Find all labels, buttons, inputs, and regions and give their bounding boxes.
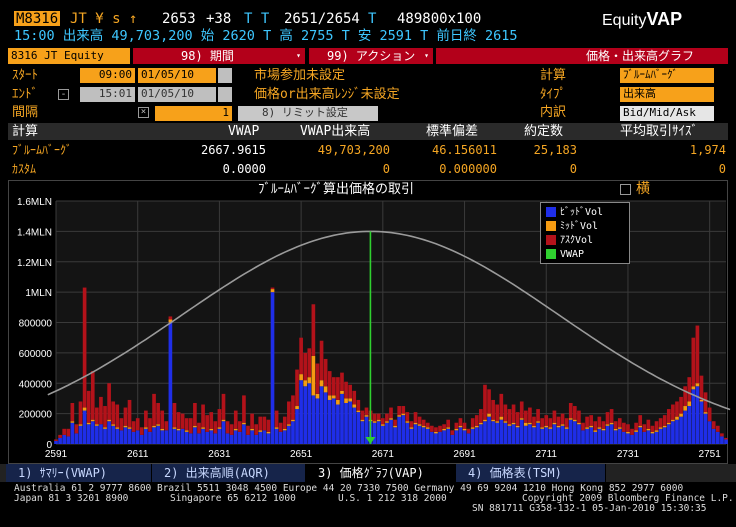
end-label: ｴﾝﾄﾞ bbox=[12, 87, 38, 102]
app-title: EquityVAP bbox=[602, 10, 682, 29]
horizontal-toggle-checkbox[interactable] bbox=[620, 184, 631, 195]
row-custom-vwap: 0.0000 bbox=[222, 162, 266, 176]
col-header-trades: 約定数 bbox=[524, 124, 564, 139]
legend-label-vwap: VWAP bbox=[560, 249, 585, 260]
breakdown-field[interactable]: Bid/Mid/Ask bbox=[620, 106, 714, 121]
interval-checkbox[interactable]: × bbox=[138, 107, 149, 118]
tab-price-table-tsm[interactable]: 4) 価格表(TSM) bbox=[456, 464, 606, 482]
start-label: ｽﾀｰﾄ bbox=[12, 68, 38, 83]
bid-ask-prefix: T T bbox=[244, 11, 270, 27]
horizontal-toggle-label[interactable]: 横 bbox=[636, 182, 650, 196]
row-bloomberg-stddev: 46.156011 bbox=[431, 143, 497, 157]
start-time-field[interactable]: 09:00 bbox=[80, 68, 135, 83]
calc-label: 計算 bbox=[540, 68, 567, 83]
row-bloomberg-volume: 49,703,200 bbox=[317, 143, 390, 157]
price-change: +38 bbox=[206, 11, 232, 27]
end-date-field[interactable]: 01/05/10 bbox=[138, 87, 216, 102]
end-toggle-checkbox[interactable]: - bbox=[58, 89, 69, 100]
row-bloomberg-avgsize: 1,974 bbox=[689, 143, 726, 157]
col-header-vwap: VWAP bbox=[228, 124, 260, 139]
start-extra bbox=[218, 68, 232, 83]
legend-label-bid: ﾋﾞｯﾄﾞVol bbox=[560, 207, 604, 218]
period-menu-label: 98) 期間 bbox=[181, 49, 234, 63]
footer-singapore: Singapore 65 6212 1000 bbox=[170, 493, 296, 504]
action-menu-label: 99) アクション bbox=[327, 49, 416, 63]
legend-item-mid: ﾐｯﾄﾞVol bbox=[546, 221, 598, 233]
tab-summary-vwap[interactable]: 1) ｻﾏﾘｰ(VWAP) bbox=[6, 464, 152, 482]
function-tabs: 1) ｻﾏﾘｰ(VWAP) 2) 出来高順(AQR) 3) 価格ｸﾞﾗﾌ(VAP… bbox=[0, 464, 736, 482]
type-field[interactable]: 出来高 bbox=[620, 87, 714, 102]
row-bloomberg-label[interactable]: ﾌﾞﾙｰﾑﾊﾞｰｸﾞ bbox=[12, 144, 72, 156]
type-label: ﾀｲﾌﾟ bbox=[540, 87, 566, 102]
limit-settings-button[interactable]: 8) リミット設定 bbox=[238, 106, 378, 121]
legend-label-ask: ｱｽｸVol bbox=[560, 235, 594, 246]
start-date-field[interactable]: 01/05/10 bbox=[138, 68, 216, 83]
price-range-status[interactable]: 価格or出来高ﾚﾝｼﾞ未設定 bbox=[254, 88, 400, 101]
legend-item-vwap: VWAP bbox=[546, 249, 584, 261]
footer-serial: SN 881711 G358-132-1 05-Jan-2010 15:30:3… bbox=[472, 503, 707, 514]
period-menu[interactable]: 98) 期間 ▾ bbox=[133, 48, 305, 64]
end-time-field[interactable]: 15:01 bbox=[80, 87, 135, 102]
row-bloomberg-vwap: 2667.9615 bbox=[200, 143, 266, 157]
legend-swatch-vwap bbox=[546, 249, 556, 259]
legend-item-ask: ｱｽｸVol bbox=[546, 235, 593, 247]
bid-ask: 2651/2654 bbox=[284, 11, 360, 27]
bid-ask-size: 489800x100 bbox=[397, 11, 482, 27]
row-custom-stddev: 0.000000 bbox=[439, 162, 497, 176]
app-title-text: Equity bbox=[602, 12, 647, 29]
interval-field[interactable]: 1 bbox=[155, 106, 232, 121]
end-extra bbox=[218, 87, 232, 102]
market-participant-status[interactable]: 市場参加未設定 bbox=[254, 69, 345, 82]
action-dropdown-icon: ▾ bbox=[424, 51, 429, 60]
row-custom-volume: 0 bbox=[382, 162, 390, 176]
chart-title: ﾌﾞﾙｰﾑﾊﾞｰｸﾞ算出価格の取引 bbox=[258, 182, 415, 197]
legend-item-bid: ﾋﾞｯﾄﾞVol bbox=[546, 207, 603, 219]
breakdown-label: 内訳 bbox=[540, 105, 567, 120]
chart-legend: ﾋﾞｯﾄﾞVol ﾐｯﾄﾞVol ｱｽｸVol VWAP bbox=[540, 202, 630, 264]
row-custom-trades: 0 bbox=[569, 162, 577, 176]
security-field[interactable]: 8316 JT Equity bbox=[8, 48, 130, 64]
last-price: 2653 bbox=[162, 11, 196, 27]
chart-type-bar[interactable]: 価格・出来高グラフ bbox=[436, 48, 728, 64]
row-custom-avgsize: 0 bbox=[718, 162, 726, 176]
interval-label: 間隔 bbox=[12, 105, 39, 120]
footer-japan: Japan 81 3 3201 8900 bbox=[14, 493, 129, 504]
legend-label-mid: ﾐｯﾄﾞVol bbox=[560, 221, 599, 232]
legend-swatch-mid bbox=[546, 221, 556, 231]
footer-us: U.S. 1 212 318 2000 bbox=[338, 493, 447, 504]
col-header-avg-size: 平均取引ｻｲｽﾞ bbox=[620, 124, 699, 139]
col-header-std-dev: 標準偏差 bbox=[426, 124, 479, 139]
row-custom-label[interactable]: ｶｽﾀﾑ bbox=[12, 163, 36, 175]
tab-volume-aqr[interactable]: 2) 出来高順(AQR) bbox=[152, 464, 306, 482]
col-header-calc: 計算 bbox=[12, 124, 39, 139]
legend-swatch-ask bbox=[546, 235, 556, 245]
app-title-bold: VAP bbox=[646, 9, 683, 29]
col-header-vwap-volume: VWAP出来高 bbox=[300, 124, 371, 139]
legend-swatch-bid bbox=[546, 207, 556, 217]
security-ticker[interactable]: M8316 bbox=[14, 11, 61, 26]
row-bloomberg-trades: 25,183 bbox=[533, 143, 577, 157]
bid-ask-suffix: T bbox=[368, 11, 377, 27]
chart-type-label: 価格・出来高グラフ bbox=[586, 49, 695, 63]
action-menu[interactable]: 99) アクション ▾ bbox=[309, 48, 433, 64]
tab-price-graph-vap[interactable]: 3) 価格ｸﾞﾗﾌ(VAP) bbox=[306, 464, 456, 482]
period-dropdown-icon: ▾ bbox=[296, 51, 301, 60]
security-info: JT ¥ s ↑ bbox=[70, 11, 138, 27]
calc-field[interactable]: ﾌﾞﾙｰﾑﾊﾞｰｸﾞ bbox=[620, 68, 714, 83]
session-summary: 15:00 出来高 49,703,200 始 2620 T 高 2755 T 安… bbox=[14, 28, 518, 44]
